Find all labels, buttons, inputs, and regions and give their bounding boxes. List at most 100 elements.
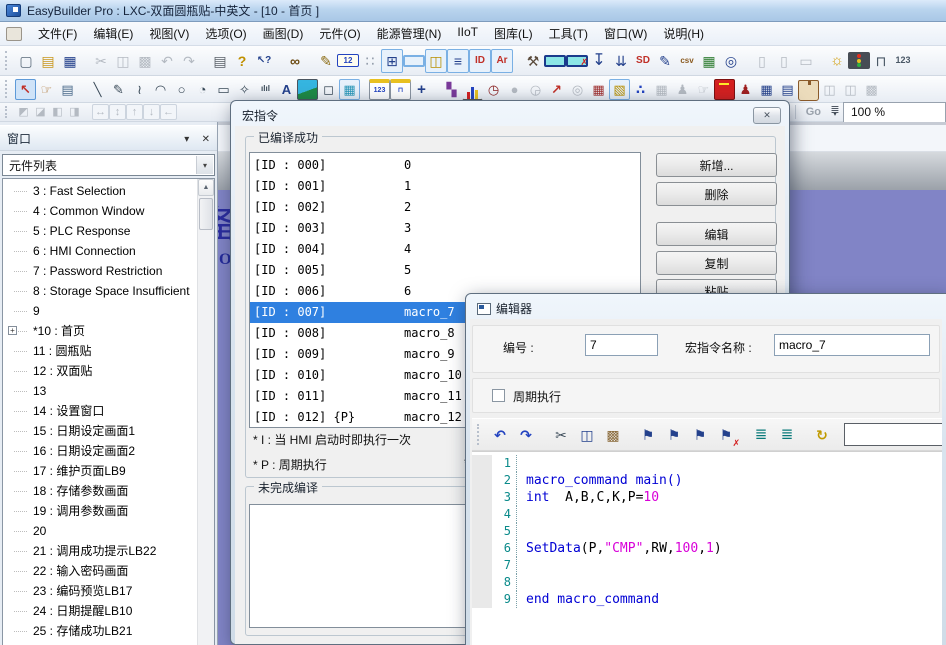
led-status-icon[interactable] (848, 52, 870, 69)
paste-icon[interactable]: ▩ (134, 49, 156, 73)
code-line[interactable]: 6SetData(P,"CMP",RW,100,1) (472, 540, 942, 557)
menu-item-6[interactable]: 能源管理(N) (369, 22, 450, 45)
menu-item-2[interactable]: 视图(V) (141, 22, 197, 45)
code-line[interactable]: 2macro_command main() (472, 472, 942, 489)
element-list-dropdown[interactable]: 元件列表 ▾ (2, 154, 215, 176)
bookmark-next-icon[interactable]: ⚑ (661, 422, 687, 447)
editor-copy-icon[interactable]: ◫ (574, 422, 600, 447)
panel-close-icon[interactable]: ✕ (202, 134, 210, 145)
address-display-toggle-icon[interactable]: Ar (491, 49, 513, 73)
zoom-level-combo[interactable]: 100 % (843, 102, 946, 123)
scheduler-icon[interactable]: ▦ (756, 79, 777, 100)
hand-pan-icon[interactable]: ☞ (36, 79, 57, 100)
align-hcenter-icon[interactable]: ↔ (92, 104, 109, 120)
draw-text-icon[interactable]: A (276, 79, 297, 100)
code-line[interactable]: 8 (472, 574, 942, 591)
align-left-icon[interactable]: ← (160, 104, 177, 120)
id-display-toggle-icon[interactable]: ID (469, 49, 491, 73)
tree-item[interactable]: 19 : 调用参数画面 (3, 501, 197, 521)
code-line[interactable]: 4 (472, 506, 942, 523)
menu-item-1[interactable]: 编辑(E) (85, 22, 141, 45)
target-object-icon[interactable]: ◎ (567, 79, 588, 100)
toolbar-grip[interactable] (5, 80, 11, 98)
grid-dots-icon[interactable]: ∷ (359, 49, 381, 73)
meter-display-icon[interactable]: ◷ (483, 79, 504, 100)
editor-undo-icon[interactable]: ↶ (487, 422, 513, 447)
align-bottom-icon[interactable]: ↓ (143, 104, 160, 120)
compile-icon[interactable]: ⚒ (522, 49, 544, 73)
copy-macro-button[interactable]: 复制 (656, 251, 777, 275)
numeric-input-icon[interactable]: 123 (892, 49, 914, 73)
code-line[interactable]: 1 (472, 455, 942, 472)
code-line[interactable]: 5 (472, 523, 942, 540)
panel-menu-icon[interactable]: ▾ (184, 134, 189, 145)
comment-toggle-icon[interactable]: ≡ (447, 49, 469, 73)
tree-item[interactable]: 9 (3, 301, 197, 321)
help-icon[interactable]: ? (231, 49, 253, 73)
operator-object-icon[interactable]: ♟ (672, 79, 693, 100)
tree-item[interactable]: 7 : Password Restriction (3, 261, 197, 281)
draw-circle-icon[interactable]: ○ (171, 79, 192, 100)
layer-topmost-icon[interactable]: ◩ (15, 104, 32, 120)
find-icon[interactable]: ∞ (284, 49, 306, 73)
sd-card-icon[interactable]: SD (632, 49, 654, 73)
tree-item[interactable]: 24 : 日期提醒LB10 (3, 601, 197, 621)
layer-up-icon[interactable]: ◧ (49, 104, 66, 120)
menu-item-5[interactable]: 元件(O) (311, 22, 368, 45)
xy-plot-icon[interactable]: ∴ (630, 79, 651, 100)
trend-display-icon[interactable]: ↗ (546, 79, 567, 100)
align-top-icon[interactable]: ↑ (126, 104, 143, 120)
menu-item-3[interactable]: 选项(O) (197, 22, 254, 45)
tree-item[interactable]: 12 : 双面贴 (3, 361, 197, 381)
draw-polyline-icon[interactable]: ≀ (129, 79, 150, 100)
tree-item[interactable]: 5 : PLC Response (3, 221, 197, 241)
shape-object-icon[interactable]: ● (504, 79, 525, 100)
close-icon[interactable]: ✕ (753, 107, 781, 124)
tree-item[interactable]: 14 : 设置窗口 (3, 401, 197, 421)
bookmark-prev-icon[interactable]: ⚑ (687, 422, 713, 447)
scrollbar-thumb[interactable] (199, 198, 213, 230)
ruler-icon[interactable]: 12 (337, 54, 359, 67)
print-icon[interactable]: ▤ (209, 49, 231, 73)
alarm-bar-icon[interactable] (714, 79, 735, 100)
function-pen-icon[interactable]: ✎ (315, 49, 337, 73)
layer-down-icon[interactable]: ◨ (66, 104, 83, 120)
draw-pie-icon[interactable]: ◔ (192, 79, 213, 100)
toolbar-grip[interactable] (5, 106, 11, 118)
code-line[interactable]: 7 (472, 557, 942, 574)
ascii-object-icon[interactable]: ⊓ (390, 79, 411, 100)
download-icon[interactable]: ↧ (588, 49, 610, 73)
code-editor[interactable]: 12macro_command main()3int A,B,C,K,P=104… (472, 451, 942, 645)
new-file-icon[interactable]: ▢ (15, 49, 37, 73)
clock-object-icon[interactable]: ◶ (525, 79, 546, 100)
draw-polygon-icon[interactable]: ✧ (234, 79, 255, 100)
redo-icon[interactable]: ↷ (178, 49, 200, 73)
tree-item[interactable]: 17 : 维护页面LB9 (3, 461, 197, 481)
tree-item[interactable]: 23 : 编码预览LB17 (3, 581, 197, 601)
menu-item-4[interactable]: 画图(D) (255, 22, 312, 45)
tree-item[interactable]: 22 : 输入密码画面 (3, 561, 197, 581)
macro-dialog-titlebar[interactable]: 宏指令 ✕ (235, 105, 785, 126)
add-macro-button[interactable]: 新增... (656, 153, 777, 177)
menu-item-10[interactable]: 窗口(W) (596, 22, 655, 45)
periodic-exec-checkbox[interactable] (492, 389, 505, 402)
menu-item-7[interactable]: IIoT (449, 22, 486, 45)
undo-icon[interactable]: ↶ (156, 49, 178, 73)
expand-icon[interactable]: + (8, 326, 17, 335)
editor-dialog-titlebar[interactable]: 编辑器 (470, 298, 942, 319)
layer-bottom-icon[interactable]: ◪ (32, 104, 49, 120)
tree-item[interactable]: 11 : 圆瓶贴 (3, 341, 197, 361)
tree-item[interactable]: 16 : 日期设定画面2 (3, 441, 197, 461)
usb-device-icon[interactable]: ▯ (751, 49, 773, 73)
draw-line-icon[interactable]: ╲ (87, 79, 108, 100)
toolbar-grip[interactable] (5, 51, 11, 71)
flow-block-icon[interactable]: ▚ (441, 79, 462, 100)
tree-item[interactable]: 25 : 存储成功LB21 (3, 621, 197, 641)
code-line[interactable]: 3int A,B,C,K,P=10 (472, 489, 942, 506)
toolbar-grip[interactable] (477, 424, 483, 445)
save-icon[interactable]: ▦ (59, 49, 81, 73)
macro-list-row[interactable]: [ID : 002]2 (250, 197, 640, 218)
bookmark-clear-icon[interactable]: ⚑✗ (713, 422, 739, 447)
tree-item[interactable]: 18 : 存储参数画面 (3, 481, 197, 501)
window-cascade-toggle-icon[interactable]: ◫ (425, 49, 447, 73)
